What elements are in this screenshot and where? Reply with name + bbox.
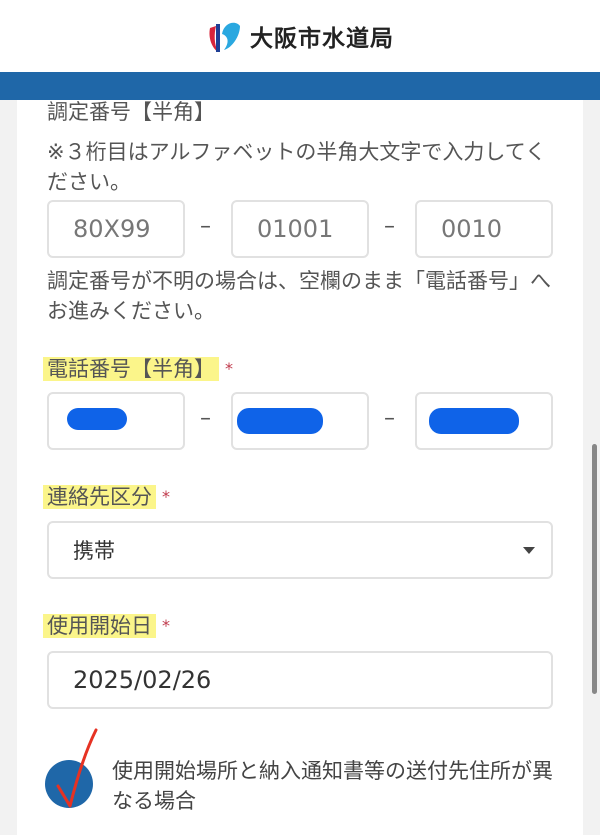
meter-number-label: 調定番号【半角】	[47, 100, 215, 124]
required-mark: *	[225, 359, 233, 378]
osaka-waterworks-logo[interactable]: 大阪市水道局	[206, 18, 394, 54]
different-address-label[interactable]: 使用開始場所と納入通知書等の送付先住所が異なる場合	[112, 756, 557, 816]
phone-input-1[interactable]	[47, 392, 185, 450]
start-date-label-row: 使用開始日 *	[43, 611, 170, 641]
contact-type-select[interactable]: 携帯	[47, 521, 553, 579]
phone-label-row: 電話番号【半角】 *	[43, 354, 233, 384]
dash-separator: –	[200, 406, 211, 431]
redaction-mark	[237, 408, 323, 434]
required-mark: *	[162, 487, 170, 506]
required-mark: *	[162, 616, 170, 635]
meter-number-input-1[interactable]: 80X99	[47, 200, 185, 258]
meter-number-input-2[interactable]: 01001	[231, 200, 369, 258]
meter-number-note: ※３桁目はアルファベットの半角大文字で入力してください。	[47, 140, 547, 194]
contact-type-label: 連絡先区分	[43, 485, 156, 509]
logo-mark-icon	[209, 22, 240, 52]
start-date-label: 使用開始日	[43, 614, 156, 638]
app-header: 大阪市水道局	[0, 0, 600, 72]
dash-separator: –	[384, 406, 395, 431]
phone-label: 電話番号【半角】	[43, 357, 219, 381]
contact-type-label-row: 連絡先区分 *	[43, 482, 170, 512]
dash-separator: –	[384, 214, 395, 239]
logo-text: 大阪市水道局	[250, 26, 394, 52]
redaction-mark	[429, 408, 519, 434]
caret-down-icon	[523, 547, 535, 554]
meter-number-help: 調定番号が不明の場合は、空欄のまま「電話番号」へお進みください。	[47, 269, 551, 323]
meter-number-input-3[interactable]: 0010	[415, 200, 553, 258]
redaction-mark	[67, 408, 127, 430]
dash-separator: –	[200, 214, 211, 239]
contact-type-value: 携帯	[73, 539, 115, 563]
check-mark-icon	[56, 728, 98, 808]
phone-input-2[interactable]	[231, 392, 369, 450]
header-bar	[0, 72, 600, 100]
phone-input-3[interactable]	[415, 392, 553, 450]
start-date-input[interactable]: 2025/02/26	[47, 651, 553, 709]
scrollbar-thumb[interactable]	[592, 444, 597, 694]
